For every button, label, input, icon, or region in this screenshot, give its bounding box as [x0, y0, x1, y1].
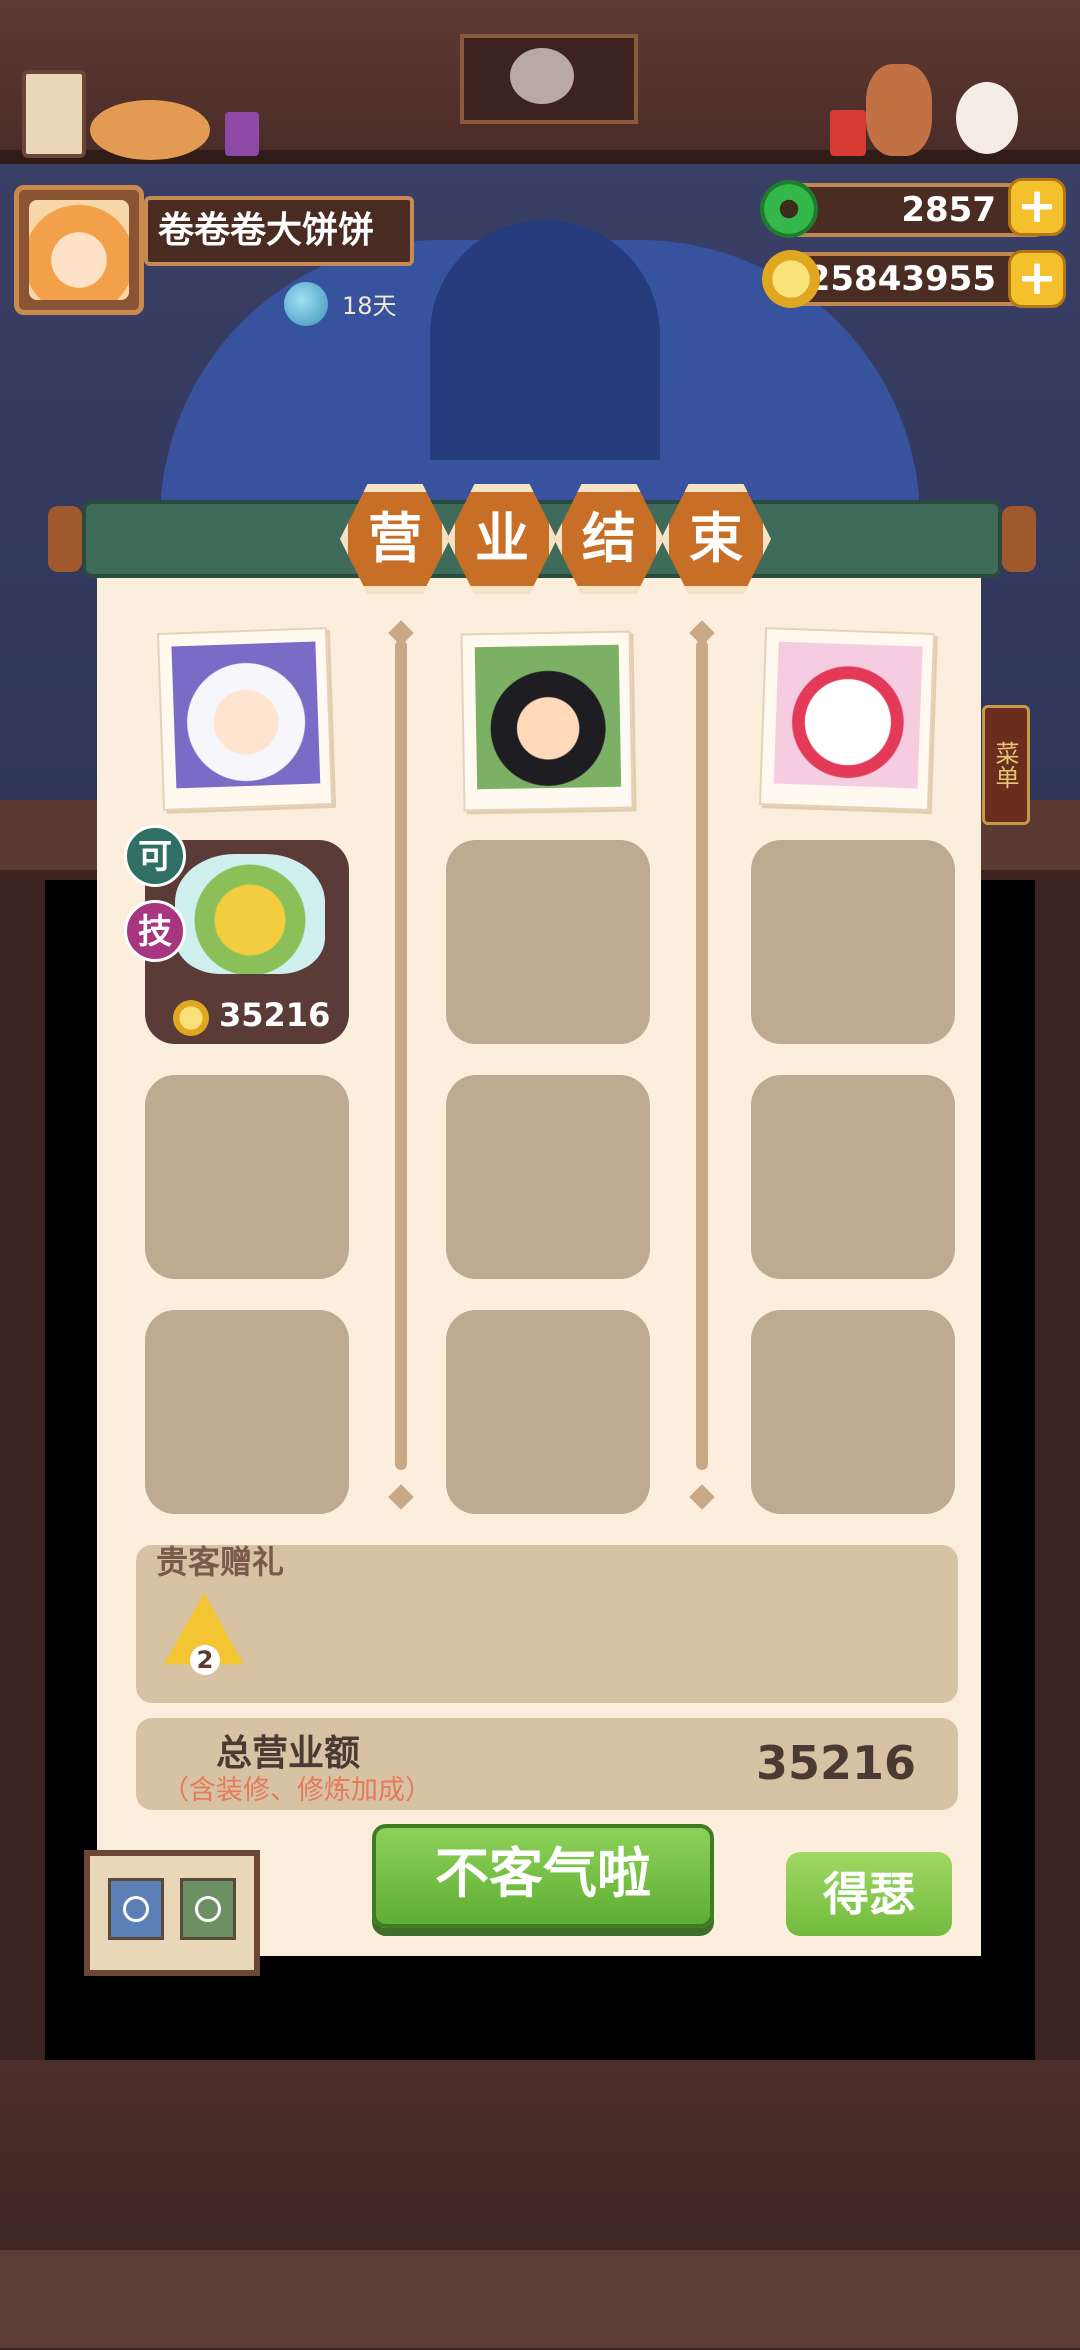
guest-portrait — [171, 641, 321, 789]
gift-title: 贵客赠礼 — [156, 1543, 285, 1581]
dish-icon — [175, 854, 325, 974]
camera-green-button[interactable] — [180, 1878, 236, 1940]
guest-card-3[interactable] — [758, 627, 936, 811]
available-badge: 可 — [124, 825, 186, 887]
guest-portrait — [474, 644, 622, 790]
revenue-note: （含装修、修炼加成） — [162, 1775, 432, 1806]
floor-edge — [0, 2250, 1080, 2348]
white-cat-icon[interactable] — [956, 82, 1018, 154]
dish-slot-empty — [145, 1310, 349, 1514]
revenue-value: 35216 — [755, 1736, 916, 1790]
chef-character-icon[interactable] — [866, 64, 932, 156]
show-off-button[interactable]: 得瑟 — [786, 1852, 952, 1936]
camera-icon — [123, 1896, 149, 1922]
total-revenue-section: 总营业额 （含装修、修炼加成） 35216 — [136, 1718, 958, 1810]
banner-rod-left — [48, 506, 82, 572]
days-counter: 18天 — [342, 292, 397, 320]
banner-rod-right — [1002, 506, 1036, 572]
raccoon-icon — [510, 48, 574, 104]
camera-icon — [195, 1896, 221, 1922]
hanging-scroll-icon — [22, 70, 86, 158]
dish-slot-empty — [145, 1075, 349, 1279]
guest-portrait — [773, 641, 923, 789]
sleeping-cat-icon[interactable] — [90, 100, 210, 160]
add-coin-button[interactable]: + — [1008, 250, 1066, 308]
vip-gift-section: 贵客赠礼 2 — [136, 1543, 958, 1703]
dish-slot-empty — [751, 1310, 955, 1514]
dish-slot-empty — [751, 840, 955, 1044]
player-name: 卷卷卷大饼饼 — [144, 196, 414, 266]
skill-badge: 技 — [124, 900, 186, 962]
coin-icon — [762, 250, 820, 308]
vase-icon — [284, 282, 328, 326]
camera-blue-button[interactable] — [108, 1878, 164, 1940]
column-divider — [395, 640, 407, 1470]
dish-slot-empty — [446, 840, 650, 1044]
mountain-peak-mural — [430, 220, 660, 460]
dish-price: 35216 — [219, 996, 331, 1034]
column-divider — [696, 640, 708, 1470]
avatar-portrait — [29, 200, 129, 300]
player-avatar[interactable] — [14, 185, 144, 315]
guest-card-1[interactable] — [156, 627, 334, 811]
share-widget — [84, 1850, 260, 1976]
add-jade-button[interactable]: + — [1008, 178, 1066, 236]
dish-slot-empty — [446, 1075, 650, 1279]
gift-count: 2 — [190, 1645, 220, 1675]
coin-icon — [173, 1000, 209, 1036]
menu-tag[interactable]: 菜单 — [982, 705, 1030, 825]
dish-slot-empty — [751, 1075, 955, 1279]
jar-icon — [225, 112, 259, 156]
red-jar-icon — [830, 110, 866, 156]
dish-slot-empty — [446, 1310, 650, 1514]
guest-card-2[interactable] — [460, 630, 634, 812]
confirm-button[interactable]: 不客气啦 — [372, 1824, 714, 1928]
jade-icon — [760, 180, 818, 238]
